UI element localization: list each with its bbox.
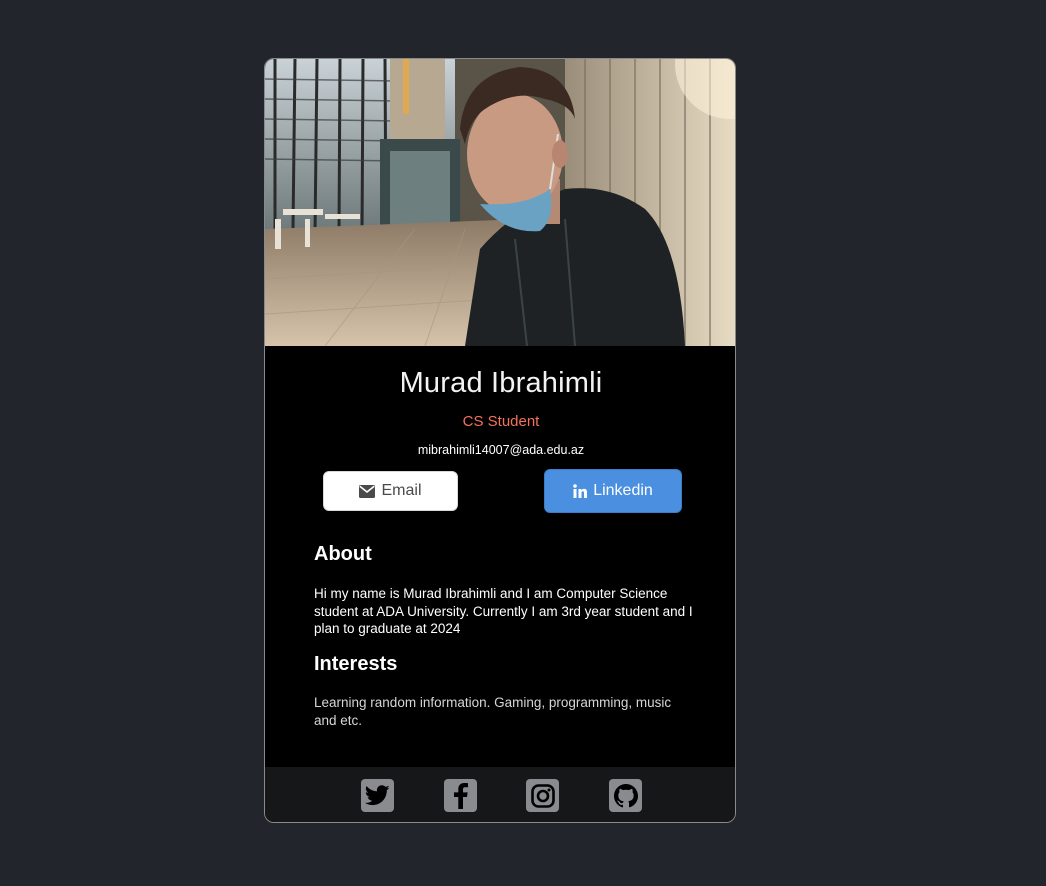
profile-role: CS Student [462, 413, 540, 430]
about-text: Hi my name is Murad Ibrahimli and I am C… [314, 586, 693, 636]
profile-card: Murad Ibrahimli CS Student mibrahimli140… [264, 58, 736, 823]
twitter-icon[interactable] [361, 779, 394, 812]
linkedin-button-label: Linkedin [593, 482, 653, 499]
profile-photo [265, 59, 735, 346]
profile-photo-image [265, 59, 735, 346]
envelope-icon [359, 484, 376, 498]
social-footer [265, 767, 735, 822]
instagram-icon[interactable] [526, 779, 559, 812]
profile-email: mibrahimli14007@ada.edu.az [417, 443, 585, 457]
facebook-icon[interactable] [444, 779, 477, 812]
linkedin-icon [573, 484, 588, 498]
linkedin-button[interactable]: Linkedin [544, 469, 682, 513]
interests-heading: Interests [314, 653, 398, 675]
about-heading: About [314, 543, 372, 565]
email-button-label: Email [381, 482, 422, 499]
github-icon[interactable] [609, 779, 642, 812]
profile-name: Murad Ibrahimli [399, 367, 603, 399]
email-button[interactable]: Email [323, 471, 458, 511]
interests-text: Learning random information. Gaming, pro… [314, 695, 672, 728]
